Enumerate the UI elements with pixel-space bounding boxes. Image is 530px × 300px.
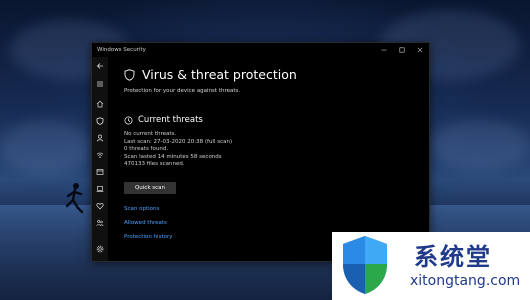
laptop-icon xyxy=(96,186,104,192)
gear-icon xyxy=(96,245,104,253)
current-threats-title: Current threats xyxy=(138,115,203,125)
shield-icon xyxy=(124,68,135,81)
page-title: Virus & threat protection xyxy=(142,67,297,82)
nav-device-security[interactable] xyxy=(92,182,108,196)
maximize-button[interactable] xyxy=(393,43,411,57)
close-icon xyxy=(417,47,423,53)
allowed-threats-link[interactable]: Allowed threats xyxy=(124,220,167,226)
no-threats-text: No current threats. xyxy=(124,131,177,137)
heart-icon xyxy=(96,203,104,210)
nav-home[interactable] xyxy=(92,97,108,111)
windows-security-window: Windows Security Virus & threat protecti… xyxy=(91,42,430,262)
close-button[interactable] xyxy=(411,43,429,57)
menu-button[interactable] xyxy=(92,77,108,91)
watermark-chinese-text: 系统堂 xyxy=(414,243,492,271)
threat-history-icon xyxy=(124,116,133,124)
files-scanned-text: 470133 files scanned. xyxy=(124,161,185,168)
family-icon xyxy=(96,220,104,227)
site-watermark: 系统堂 xitongtang.com xyxy=(332,232,530,300)
nav-account-protection[interactable] xyxy=(92,131,108,145)
home-icon xyxy=(96,100,104,108)
threats-found-text: 0 threats found. xyxy=(124,146,169,153)
back-button[interactable] xyxy=(92,59,108,73)
quick-scan-button[interactable]: Quick scan xyxy=(124,182,176,194)
scan-options-link[interactable]: Scan options xyxy=(124,206,159,212)
maximize-icon xyxy=(399,47,405,53)
minimize-button[interactable] xyxy=(375,43,393,57)
navigation-rail xyxy=(92,57,108,261)
shield-icon xyxy=(96,117,104,125)
page-subtitle: Protection for your device against threa… xyxy=(124,88,241,94)
minimize-icon xyxy=(381,49,387,51)
title-bar[interactable]: Windows Security xyxy=(92,43,429,57)
wifi-icon xyxy=(96,152,104,158)
nav-virus-protection[interactable] xyxy=(92,114,108,128)
last-scan-text: Last scan: 27-03-2020 20:38 (full scan) xyxy=(124,138,233,145)
runner-silhouette xyxy=(65,183,84,214)
nav-firewall[interactable] xyxy=(92,148,108,162)
nav-family-options[interactable] xyxy=(92,216,108,230)
main-content: Virus & threat protection Protection for… xyxy=(124,57,423,261)
back-icon xyxy=(96,63,103,69)
current-threats-header: Current threats xyxy=(124,115,203,125)
menu-icon xyxy=(97,81,103,87)
nav-settings[interactable] xyxy=(92,242,108,256)
scan-status: No current threats. Last scan: 27-03-202… xyxy=(124,131,232,169)
watermark-shield-logo xyxy=(343,236,387,294)
nav-app-browser[interactable] xyxy=(92,165,108,179)
page-header: Virus & threat protection xyxy=(124,67,297,82)
watermark-url-text: xitongtang.com xyxy=(410,273,521,289)
scan-duration-text: Scan lasted 14 minutes 58 seconds xyxy=(124,153,222,160)
window-title: Windows Security xyxy=(97,47,146,53)
app-browser-icon xyxy=(96,169,104,175)
protection-history-link[interactable]: Protection history xyxy=(124,234,173,240)
nav-device-health[interactable] xyxy=(92,199,108,213)
person-icon xyxy=(96,134,104,142)
